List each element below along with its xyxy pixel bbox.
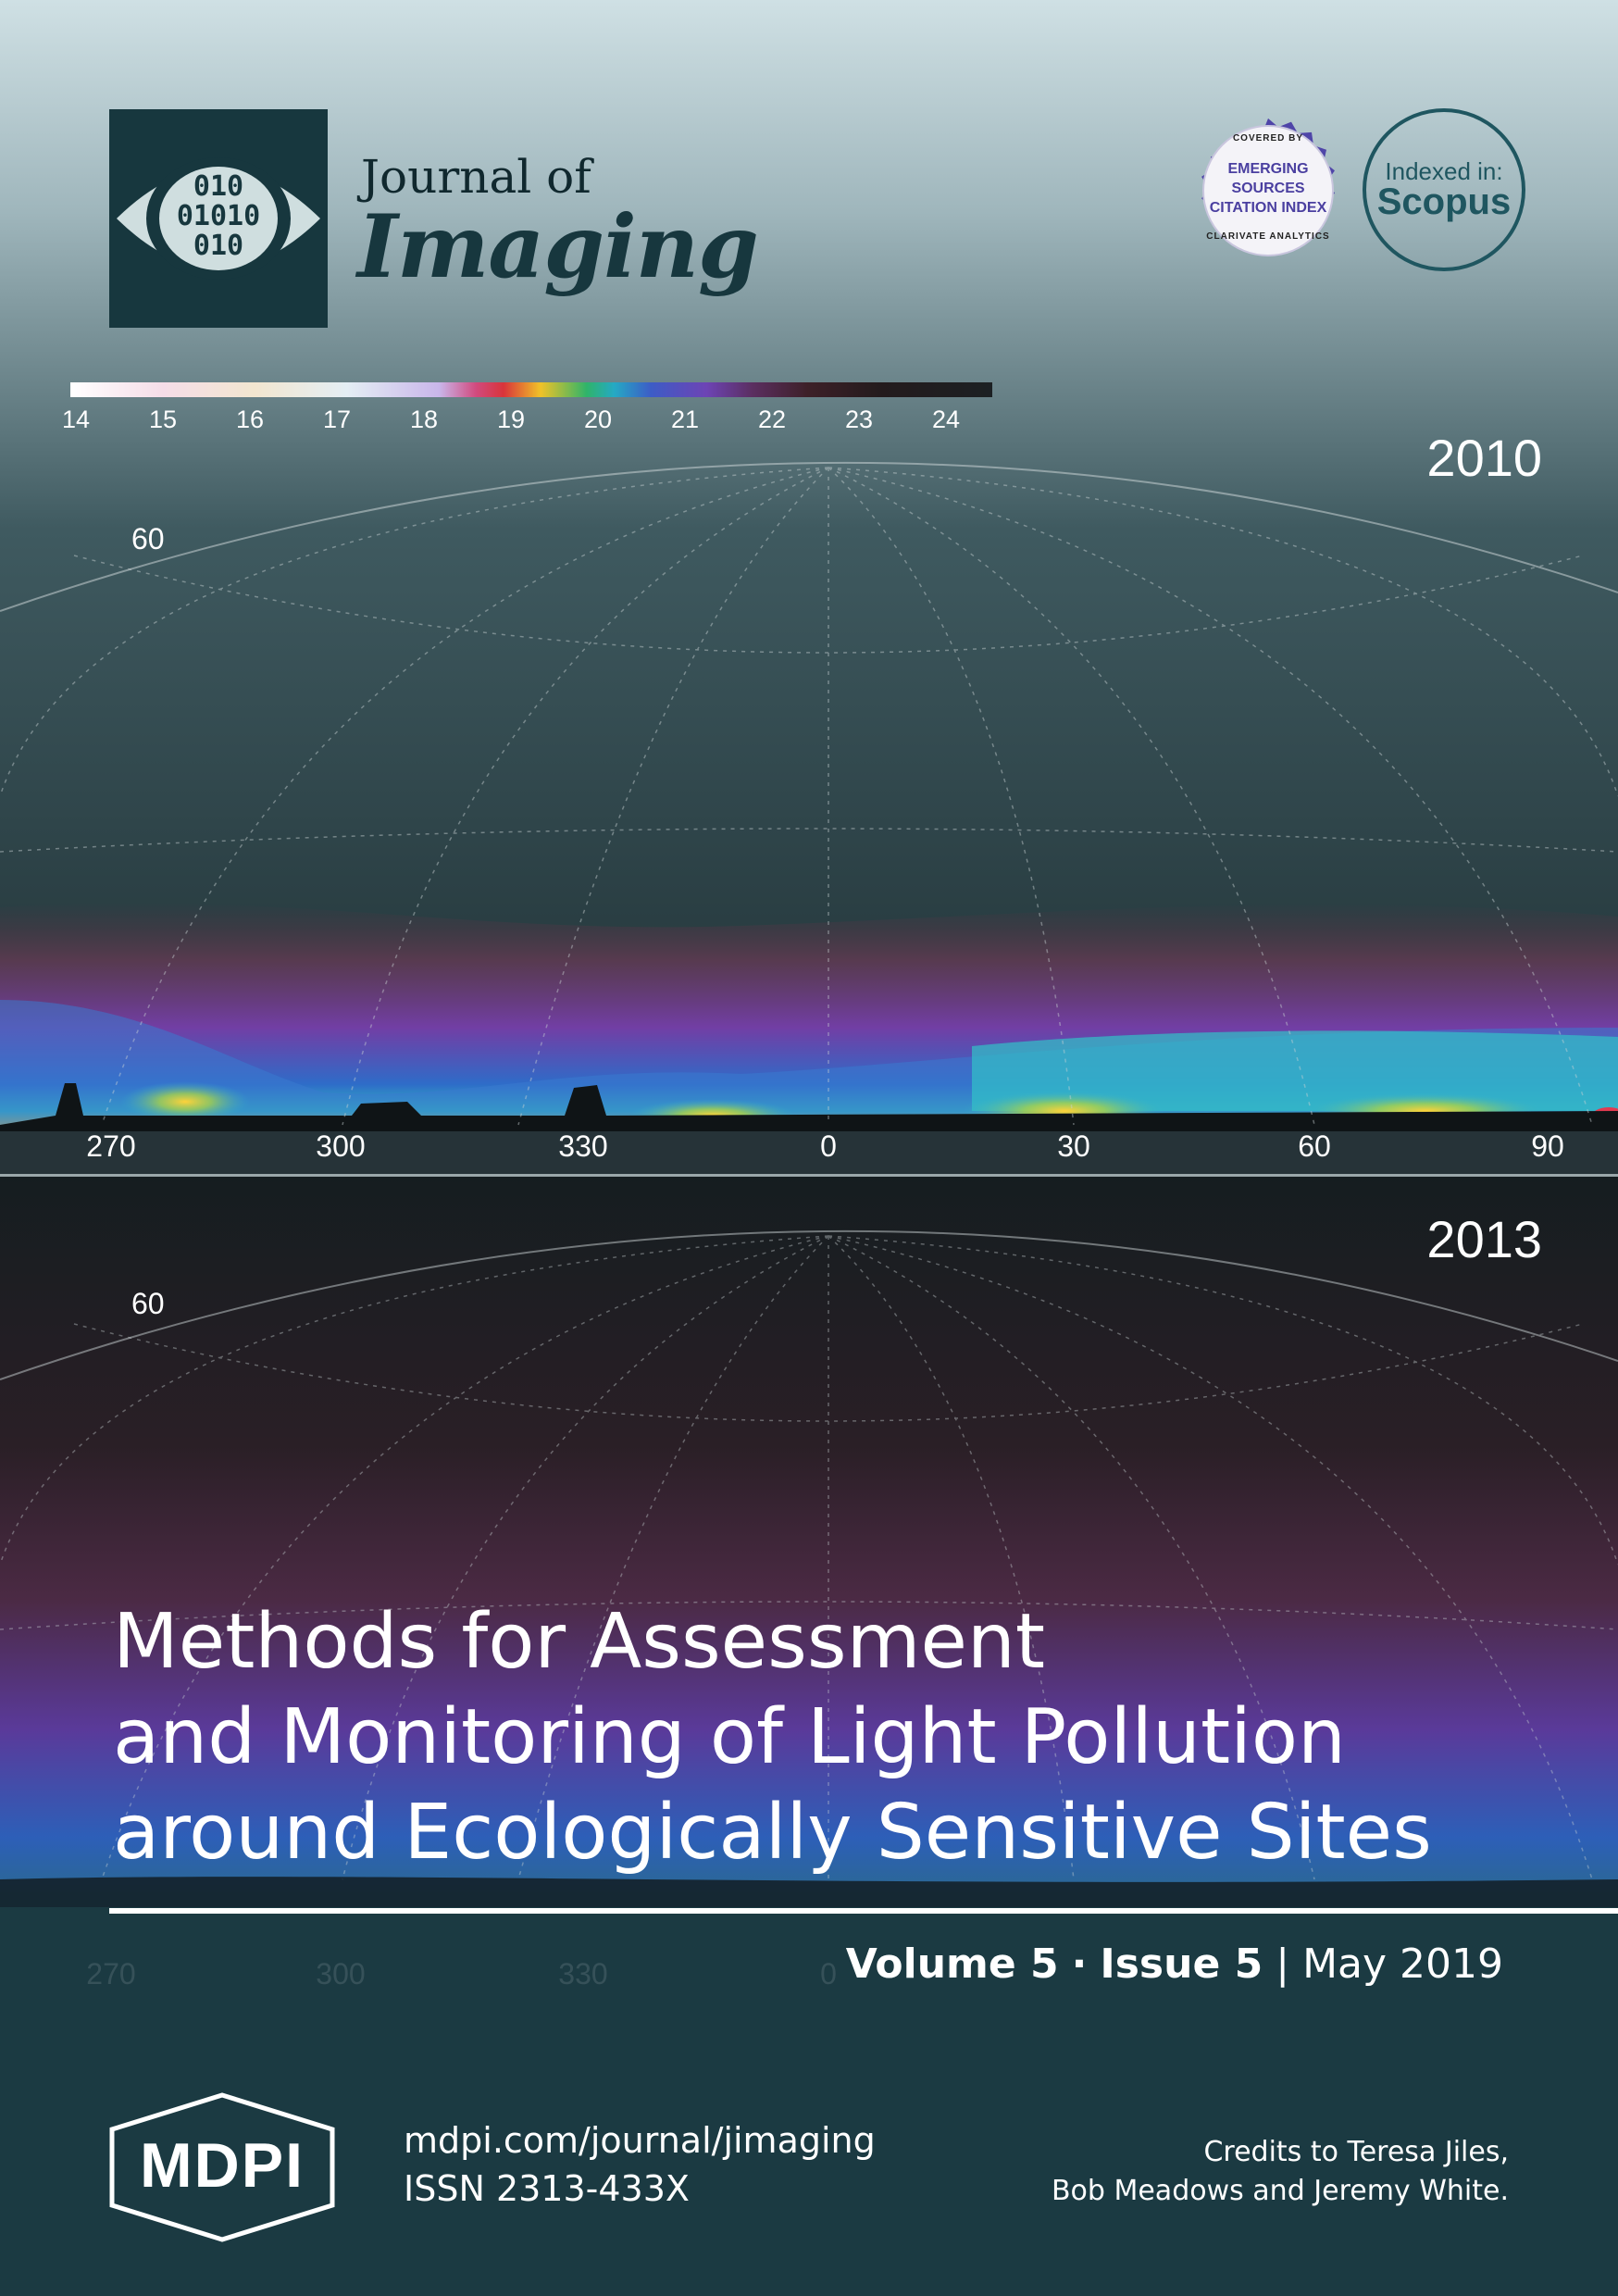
esci-line: EMERGING bbox=[1227, 161, 1309, 177]
colorbar-tick: 20 bbox=[583, 406, 613, 433]
issue-separator: · bbox=[1071, 1940, 1088, 1988]
colorbar-tick: 18 bbox=[409, 406, 439, 433]
azimuth-tick: 300 bbox=[316, 1129, 366, 1163]
panel-year-2013: 2013 bbox=[1426, 1210, 1542, 1268]
issue-label: Issue 5 bbox=[1100, 1940, 1263, 1988]
logo-digits-line: 010 bbox=[193, 230, 244, 262]
article-title-line: around Ecologically Sensitive Sites bbox=[113, 1789, 1432, 1877]
colorbar-tick: 14 bbox=[61, 406, 91, 433]
journal-title: Imaging bbox=[357, 196, 759, 298]
azimuth-tick: 330 bbox=[558, 1129, 608, 1163]
colorbar-tick: 23 bbox=[844, 406, 874, 433]
azimuth-tick: 60 bbox=[1298, 1129, 1331, 1163]
altitude-label: 60 bbox=[131, 522, 165, 555]
title-divider bbox=[109, 1908, 1618, 1914]
issue-date: May 2019 bbox=[1302, 1940, 1503, 1988]
logo-digits-line: 010 bbox=[193, 170, 244, 203]
volume-label: Volume 5 bbox=[845, 1940, 1059, 1988]
credits-line: Credits to Teresa Jiles, bbox=[1203, 2136, 1509, 2168]
azimuth-tick: 0 bbox=[820, 1129, 837, 1163]
issue-info: Volume 5 · Issue 5 | May 2019 bbox=[846, 1940, 1503, 1988]
colorbar-tick: 17 bbox=[322, 406, 352, 433]
image-credits: Credits to Teresa Jiles, Bob Meadows and… bbox=[1052, 2133, 1509, 2211]
azimuth-tick: 30 bbox=[1057, 1129, 1090, 1163]
logo-digits: 010 01010 010 bbox=[109, 172, 328, 261]
azimuth-tick: 270 bbox=[86, 1129, 136, 1163]
issue-divider: | bbox=[1276, 1940, 1290, 1988]
panel-year-2010: 2010 bbox=[1426, 429, 1542, 487]
publisher-logo: MDPI bbox=[140, 2130, 305, 2201]
colorbar-tick: 19 bbox=[496, 406, 526, 433]
esci-covered-text: COVERED BY bbox=[1232, 133, 1304, 144]
esci-clarivate-text: CLARIVATE ANALYTICS bbox=[1206, 231, 1330, 242]
azimuth-tick-faint: 330 bbox=[558, 1957, 608, 1990]
journal-url[interactable]: mdpi.com/journal/jimaging bbox=[404, 2120, 876, 2161]
azimuth-tick-faint: 300 bbox=[316, 1957, 366, 1990]
altitude-label: 60 bbox=[131, 1287, 165, 1320]
azimuth-tick-faint: 270 bbox=[86, 1957, 136, 1990]
colorbar-tick: 15 bbox=[148, 406, 178, 433]
esci-line: SOURCES bbox=[1231, 181, 1305, 196]
credits-line: Bob Meadows and Jeremy White. bbox=[1051, 2175, 1509, 2207]
azimuth-tick: 90 bbox=[1531, 1129, 1564, 1163]
article-title-line: Methods for Assessment bbox=[113, 1598, 1046, 1686]
scopus-name: Scopus bbox=[1376, 181, 1512, 222]
colorbar-tick: 16 bbox=[235, 406, 265, 433]
brightness-colorbar bbox=[70, 382, 992, 397]
journal-logo: 010 01010 010 bbox=[109, 109, 328, 328]
journal-cover: 010 01010 010 Journal of Imaging COVERED… bbox=[0, 0, 1618, 2296]
article-title-line: and Monitoring of Light Pollution bbox=[113, 1693, 1347, 1781]
esci-line: CITATION INDEX bbox=[1209, 200, 1327, 216]
article-title: Methods for Assessment and Monitoring of… bbox=[113, 1594, 1557, 1880]
esci-title: EMERGING SOURCES CITATION INDEX bbox=[1203, 159, 1333, 218]
logo-digits-line: 01010 bbox=[176, 200, 261, 232]
colorbar-tick: 24 bbox=[931, 406, 961, 433]
colorbar-tick: 21 bbox=[670, 406, 700, 433]
colorbar-tick: 22 bbox=[757, 406, 787, 433]
journal-issn: ISSN 2313-433X bbox=[404, 2168, 690, 2209]
